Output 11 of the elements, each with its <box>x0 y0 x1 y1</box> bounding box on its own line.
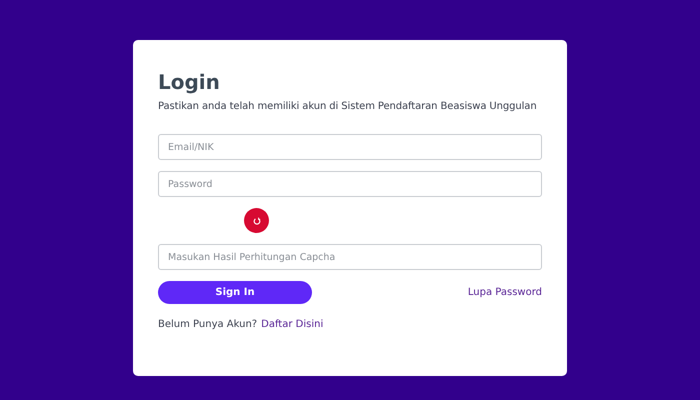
refresh-button[interactable] <box>244 208 269 233</box>
subtitle: Pastikan anda telah memiliki akun di Sistem Pendaftaran Beasiswa Unggulan <box>158 100 538 114</box>
login-title: Login <box>158 70 221 94</box>
refresh-icon <box>252 216 260 224</box>
input-field[interactable]: Password <box>158 171 542 197</box>
input-field[interactable]: Email/NIK <box>158 134 542 160</box>
register-prompt: Belum Punya Akun? <box>158 319 258 330</box>
register-link[interactable]: Daftar Disini <box>261 319 324 330</box>
captcha-field[interactable]: Masukan Hasil Perhitungan Capcha <box>158 244 542 270</box>
sign-in-button[interactable]: Sign In <box>158 281 312 304</box>
forgot-password-link[interactable]: Lupa Password <box>468 287 542 298</box>
